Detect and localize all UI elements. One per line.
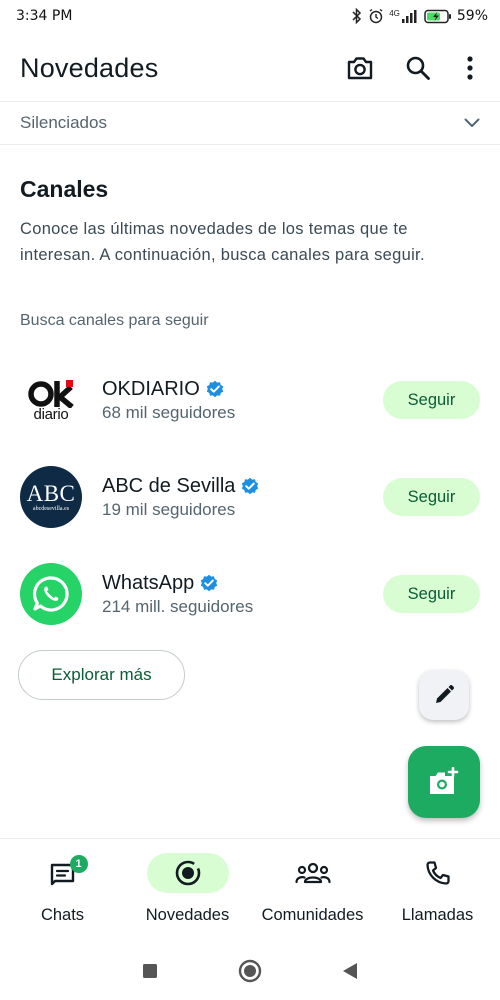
tab-comunidades[interactable]: Comunidades	[250, 839, 375, 941]
battery-percent: 59%	[456, 8, 488, 24]
tab-label: Llamadas	[401, 906, 474, 924]
tab-label: Chats	[40, 906, 85, 924]
camera-button[interactable]	[344, 52, 376, 84]
tab-icon-container	[272, 853, 354, 893]
okdiario-logo-text: diario	[33, 405, 69, 423]
channel-info: OKDIARIO 68 mil seguidores	[102, 378, 235, 423]
channel-followers: 214 mill. seguidores	[102, 596, 254, 616]
channel-item-abc-sevilla[interactable]: ABC abcdesevilla.es ABC de Sevilla 19 mi…	[20, 465, 480, 529]
camera-icon	[347, 57, 373, 80]
muted-label: Silenciados	[20, 113, 107, 132]
channel-name-row: ABC de Sevilla	[102, 475, 259, 498]
follow-button[interactable]: Seguir	[383, 575, 480, 613]
verified-icon	[206, 380, 223, 398]
search-icon	[406, 56, 430, 80]
pencil-icon	[436, 684, 455, 703]
follow-button[interactable]: Seguir	[383, 381, 480, 419]
channel-name: ABC de Sevilla	[102, 474, 236, 497]
more-options-button[interactable]	[460, 52, 480, 84]
channels-heading: Canales	[20, 176, 109, 202]
tab-label: Comunidades	[261, 906, 364, 924]
verified-icon	[201, 574, 218, 592]
whatsapp-logo	[20, 563, 82, 625]
whatsapp-icon	[32, 576, 69, 612]
back-icon	[343, 963, 357, 979]
channel-followers: 19 mil seguidores	[102, 499, 236, 519]
tab-chats[interactable]: 1 Chats	[0, 839, 125, 941]
updates-icon	[175, 860, 200, 886]
chevron-down-icon	[464, 118, 480, 127]
tab-novedades[interactable]: Novedades	[125, 839, 250, 941]
channel-info: WhatsApp 214 mill. seguidores	[102, 572, 253, 617]
tab-llamadas[interactable]: Llamadas	[375, 839, 500, 941]
channel-name-row: OKDIARIO	[102, 378, 235, 401]
channel-followers: 68 mil seguidores	[102, 402, 236, 422]
channels-description: Conoce las últimas novedades de los tema…	[20, 220, 425, 264]
more-vert-icon	[467, 56, 473, 80]
channel-name-row: WhatsApp	[102, 572, 253, 595]
channel-item-okdiario[interactable]: diario OKDIARIO 68 mil seguidores Seguir	[20, 368, 480, 432]
back-button[interactable]	[342, 962, 358, 980]
status-time: 3:34 PM	[16, 8, 73, 24]
tab-icon-container	[397, 853, 479, 893]
verified-icon	[242, 477, 259, 495]
new-status-camera-button[interactable]	[408, 746, 480, 818]
signal-icon	[401, 10, 417, 23]
tab-icon-container: 1	[22, 853, 104, 893]
abc-logo-subtext: abcdesevilla.es	[32, 505, 70, 512]
system-navigation-bar	[0, 942, 500, 1000]
muted-updates-row[interactable]: Silenciados	[0, 101, 500, 145]
bottom-navigation: 1 Chats Novedades Comunidades Llamadas	[0, 838, 500, 941]
header-actions	[344, 52, 480, 84]
abc-sevilla-logo: ABC abcdesevilla.es	[20, 466, 82, 528]
home-icon	[238, 959, 262, 983]
alarm-icon	[369, 8, 383, 24]
camera-plus-icon	[430, 767, 459, 794]
recents-icon	[143, 964, 157, 978]
tab-icon-container	[146, 853, 229, 893]
communities-icon	[294, 862, 331, 884]
app-header: Novedades	[0, 40, 500, 96]
unread-badge: 1	[69, 855, 88, 873]
phone-icon	[425, 861, 450, 885]
search-button[interactable]	[402, 52, 434, 84]
abc-logo-text: ABC	[26, 480, 76, 506]
bluetooth-icon	[352, 8, 362, 24]
channel-info: ABC de Sevilla 19 mil seguidores	[102, 475, 259, 520]
status-icons: 4G 59%	[351, 8, 488, 24]
new-text-status-button[interactable]	[419, 670, 469, 720]
explore-more-button[interactable]: Explorar más	[18, 650, 185, 700]
status-bar: 3:34 PM 4G 59%	[0, 0, 500, 32]
find-channels-label: Busca canales para seguir	[20, 312, 209, 329]
page-title: Novedades	[20, 52, 159, 83]
channel-name: WhatsApp	[102, 571, 195, 594]
battery-icon	[424, 9, 451, 23]
home-button[interactable]	[238, 959, 262, 983]
okdiario-logo: diario	[20, 369, 82, 431]
tab-label: Novedades	[145, 906, 230, 924]
recents-button[interactable]	[142, 963, 158, 979]
follow-button[interactable]: Seguir	[383, 478, 480, 516]
network-type: 4G	[389, 9, 400, 18]
channel-name: OKDIARIO	[102, 377, 200, 400]
channel-item-whatsapp[interactable]: WhatsApp 214 mill. seguidores Seguir	[20, 562, 480, 626]
ok-logo-mark	[28, 379, 74, 408]
